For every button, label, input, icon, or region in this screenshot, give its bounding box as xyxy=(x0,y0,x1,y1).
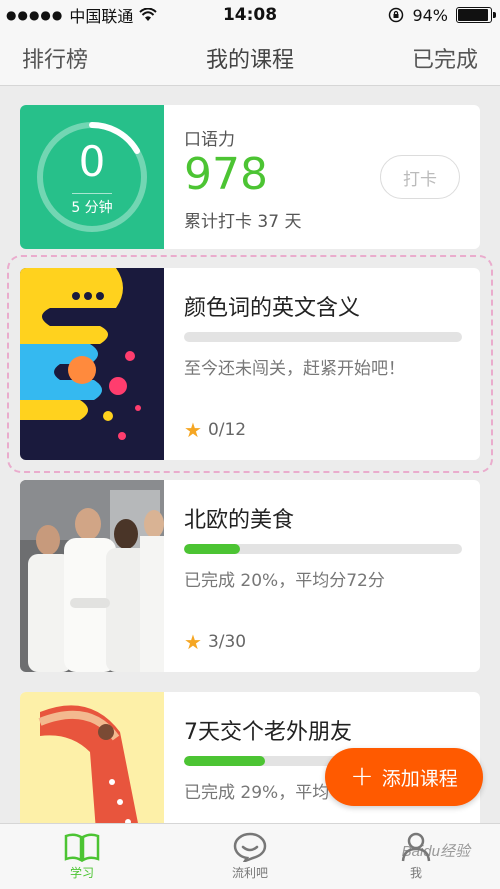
add-course-button[interactable]: + 添加课程 xyxy=(325,748,483,806)
tab-study[interactable]: 学习 xyxy=(22,824,142,889)
course-status: 已完成 29%，平均 xyxy=(184,783,330,803)
oral-timer-thumbnail[interactable]: 0 5 分钟 xyxy=(20,105,164,249)
battery-percent: 94% xyxy=(412,5,448,25)
course-progress-fill xyxy=(184,756,265,766)
oral-card-body: 口语力 978 累计打卡 37 天 打卡 xyxy=(184,105,462,249)
add-course-label: 添加课程 xyxy=(381,767,458,790)
course-card[interactable]: 北欧的美食 已完成 20%，平均分72分 ★ 3/30 xyxy=(20,480,480,672)
course-progress-fill xyxy=(184,544,240,554)
oral-label: 口语力 xyxy=(184,130,235,150)
star-icon: ★ xyxy=(184,630,202,654)
tab-label: 我 xyxy=(409,866,422,880)
oral-practice-card[interactable]: 0 5 分钟 口语力 978 累计打卡 37 天 打卡 xyxy=(20,105,480,249)
completed-button[interactable]: 已完成 xyxy=(412,42,478,74)
status-right: 94% xyxy=(388,5,496,25)
checkin-total: 累计打卡 37 天 xyxy=(184,212,302,232)
timer-unit: 5 分钟 xyxy=(71,200,113,216)
timer-value: 0 xyxy=(78,137,106,186)
course-stars: ★ 3/30 xyxy=(184,630,246,654)
nav-bar: 排行榜 我的课程 已完成 xyxy=(0,30,500,86)
book-icon xyxy=(64,833,100,862)
course-card-body: 北欧的美食 已完成 20%，平均分72分 ★ 3/30 xyxy=(184,480,462,672)
course-title: 7天交个老外朋友 xyxy=(184,720,352,745)
highlight-annotation xyxy=(7,255,493,473)
tab-label: 学习 xyxy=(69,866,94,880)
battery-icon xyxy=(456,7,496,23)
rotation-lock-icon xyxy=(389,7,404,23)
course-status: 已完成 20%，平均分72分 xyxy=(184,571,385,591)
plus-icon: + xyxy=(350,758,374,792)
chat-bubble-icon xyxy=(233,832,267,862)
status-bar: ●●●●● 中国联通 14:08 94% xyxy=(0,0,500,30)
timer-divider xyxy=(72,193,112,194)
tab-fluent-bar[interactable]: 流利吧 xyxy=(190,824,310,889)
oral-score: 978 xyxy=(184,149,268,200)
course-title: 北欧的美食 xyxy=(184,508,295,533)
baidu-watermark: Baidu经验 xyxy=(401,843,470,860)
stars-count: 3/30 xyxy=(207,632,247,652)
chefs-photo-thumbnail[interactable] xyxy=(20,480,164,672)
tab-label: 流利吧 xyxy=(231,866,268,880)
course-progress-bar xyxy=(184,544,462,554)
chefs-photo xyxy=(20,480,164,672)
checkin-button[interactable]: 打卡 xyxy=(380,155,460,199)
